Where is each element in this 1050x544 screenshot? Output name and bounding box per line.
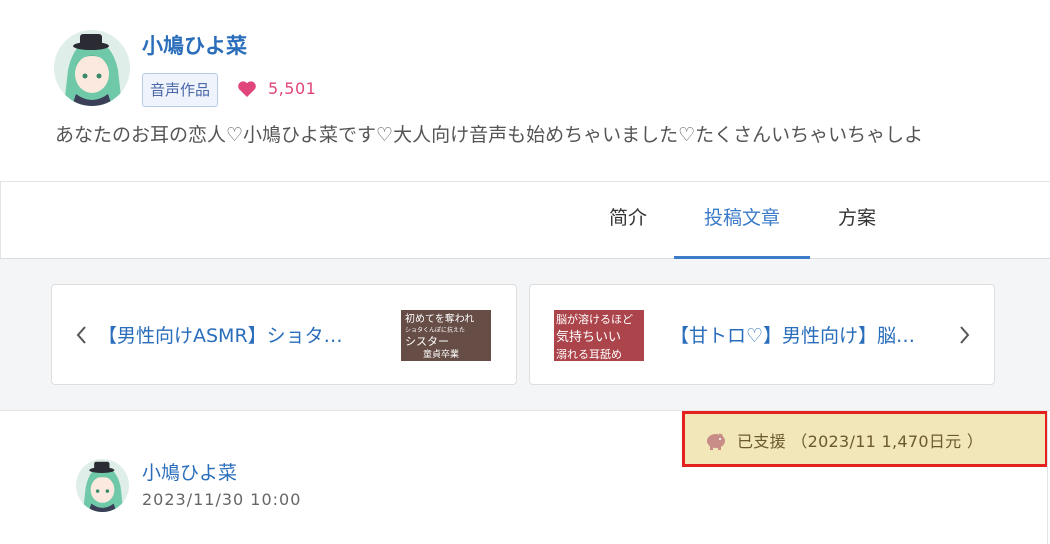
tab-plans[interactable]: 方案 [834,182,880,259]
next-post-card[interactable]: 脳が溶けるほど 気持ちいい 溺れる耳舐め 【甘トロ♡】男性向け】脳… [529,284,995,385]
post-date: 2023/11/30 10:00 [142,490,302,509]
creator-avatar[interactable] [54,30,130,106]
piggy-bank-icon [707,433,725,450]
category-badge[interactable]: 音声作品 [142,73,219,107]
prev-thumb-line-1: 初めてを奪われ [405,312,474,325]
author-avatar[interactable] [76,459,129,512]
content-border [1047,410,1048,544]
next-thumb-line-1: 脳が溶けるほど [556,312,633,326]
prev-post-thumbnail[interactable]: 初めてを奪われ ショタくんぽに抗えた シスター 童貞卒業 [401,310,491,361]
profile-description: あなたのお耳の恋人♡小鳩ひよ菜です♡大人向け音声も始めちゃいました♡たくさんいち… [55,124,924,146]
next-thumb-line-3: 溺れる耳舐め [556,348,622,361]
support-status-text: 已支援 （2023/11 1,470日元 ） [737,432,984,451]
heart-icon [238,81,256,97]
prev-thumb-line-3: シスター [405,335,449,348]
chevron-left-icon[interactable] [74,325,90,345]
tab-intro[interactable]: 简介 [605,182,651,259]
support-status-badge: 已支援 （2023/11 1,470日元 ） [682,411,1048,467]
tab-bar: 简介 投稿文章 方案 [0,181,1050,259]
creator-name[interactable]: 小鳩ひよ菜 [142,30,247,60]
tab-posts[interactable]: 投稿文章 [674,182,810,259]
prev-thumb-line-4: 童貞卒業 [423,348,459,360]
chevron-right-icon[interactable] [956,325,972,345]
next-post-thumbnail[interactable]: 脳が溶けるほど 気持ちいい 溺れる耳舐め [554,310,644,361]
prev-post-title[interactable]: 【男性向けASMR】ショタ… [98,321,343,348]
post-author-name[interactable]: 小鳩ひよ菜 [142,458,237,485]
next-post-title[interactable]: 【甘トロ♡】男性向け】脳… [670,321,915,348]
prev-thumb-line-2: ショタくんぽに抗えた [405,326,465,334]
next-thumb-line-2: 気持ちいい [556,329,621,345]
prev-post-card[interactable]: 【男性向けASMR】ショタ… 初めてを奪われ ショタくんぽに抗えた シスター 童… [51,284,517,385]
fan-count: 5,501 [268,79,317,98]
